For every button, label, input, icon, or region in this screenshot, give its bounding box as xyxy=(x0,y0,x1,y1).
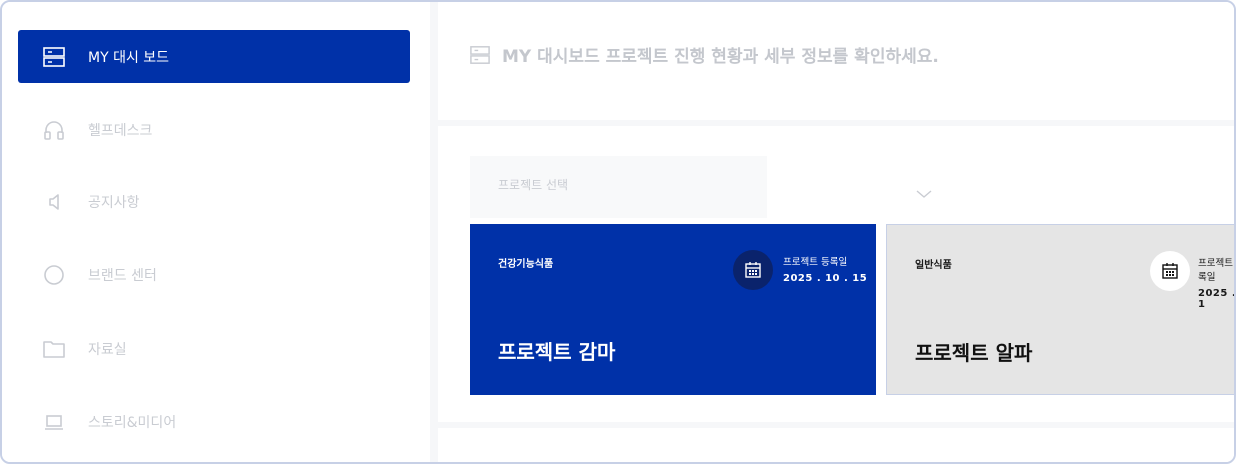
project-name: 프로젝트 감마 xyxy=(498,340,616,364)
page-title: MY 대시보드 프로젝트 진행 현황과 세부 정보를 확인하세요. xyxy=(470,42,939,67)
folder-icon xyxy=(42,337,66,361)
sidebar-item-label: 공지사항 xyxy=(88,194,140,211)
app-frame: MY 대시 보드 헬프데스크 공지사항 브랜드 센터 자료실 스토리&미디어 M… xyxy=(0,0,1236,464)
registration-info: 프로젝트 등록일 2025 . 10 . 15 xyxy=(783,254,867,284)
dashboard-icon xyxy=(470,44,492,66)
sidebar-item-dashboard[interactable]: MY 대시 보드 xyxy=(18,30,410,83)
registration-info: 프로젝트 등록일 2025 . 1 xyxy=(1198,255,1236,310)
registration-label: 프로젝트 등록일 xyxy=(783,257,848,268)
sidebar-item-helpdesk[interactable]: 헬프데스크 xyxy=(18,103,410,156)
calendar-icon xyxy=(1150,251,1190,291)
bottom-panel xyxy=(438,428,1234,462)
sidebar-item-story-media[interactable]: 스토리&미디어 xyxy=(18,395,410,448)
sidebar-item-archive[interactable]: 자료실 xyxy=(18,322,410,375)
megaphone-icon xyxy=(42,190,66,214)
sidebar-item-label: 스토리&미디어 xyxy=(88,414,177,431)
sidebar-item-label: 헬프데스크 xyxy=(88,122,153,139)
page-header: MY 대시보드 프로젝트 진행 현황과 세부 정보를 확인하세요. xyxy=(438,2,1234,120)
project-card[interactable]: 일반식품 프로젝트 등록일 2025 . 1 프로젝트 알파 xyxy=(886,224,1236,395)
projects-panel: 프로젝트 선택 건강기능식품 프로젝트 등록일 2025 . 10 . 15 프… xyxy=(438,126,1236,422)
page-title-text: MY 대시보드 프로젝트 진행 현황과 세부 정보를 확인하세요. xyxy=(502,47,939,67)
circle-icon xyxy=(42,263,66,287)
project-select-placeholder: 프로젝트 선택 xyxy=(498,178,569,192)
sidebar-item-label: 자료실 xyxy=(88,341,127,358)
project-category: 일반식품 xyxy=(915,260,952,271)
sidebar-item-brand-center[interactable]: 브랜드 센터 xyxy=(18,248,410,301)
project-card[interactable]: 건강기능식품 프로젝트 등록일 2025 . 10 . 15 프로젝트 감마 xyxy=(470,224,876,395)
project-category: 건강기능식품 xyxy=(498,259,554,270)
project-select[interactable]: 프로젝트 선택 xyxy=(470,156,767,218)
sidebar-item-notice[interactable]: 공지사항 xyxy=(18,175,410,228)
sidebar-item-label: 브랜드 센터 xyxy=(88,267,157,284)
laptop-icon xyxy=(42,410,66,434)
sidebar-item-label: MY 대시 보드 xyxy=(88,49,170,66)
registration-date: 2025 . 10 . 15 xyxy=(783,273,868,284)
project-name: 프로젝트 알파 xyxy=(915,341,1033,365)
registration-date: 2025 . 1 xyxy=(1198,288,1236,310)
registration-label: 프로젝트 등록일 xyxy=(1198,258,1234,283)
headset-icon xyxy=(42,118,66,142)
dashboard-icon xyxy=(42,45,66,69)
main-content: MY 대시보드 프로젝트 진행 현황과 세부 정보를 확인하세요. 프로젝트 선… xyxy=(438,2,1236,462)
calendar-icon xyxy=(733,250,773,290)
sidebar: MY 대시 보드 헬프데스크 공지사항 브랜드 센터 자료실 스토리&미디어 xyxy=(2,2,430,462)
chevron-down-icon[interactable] xyxy=(914,186,934,200)
